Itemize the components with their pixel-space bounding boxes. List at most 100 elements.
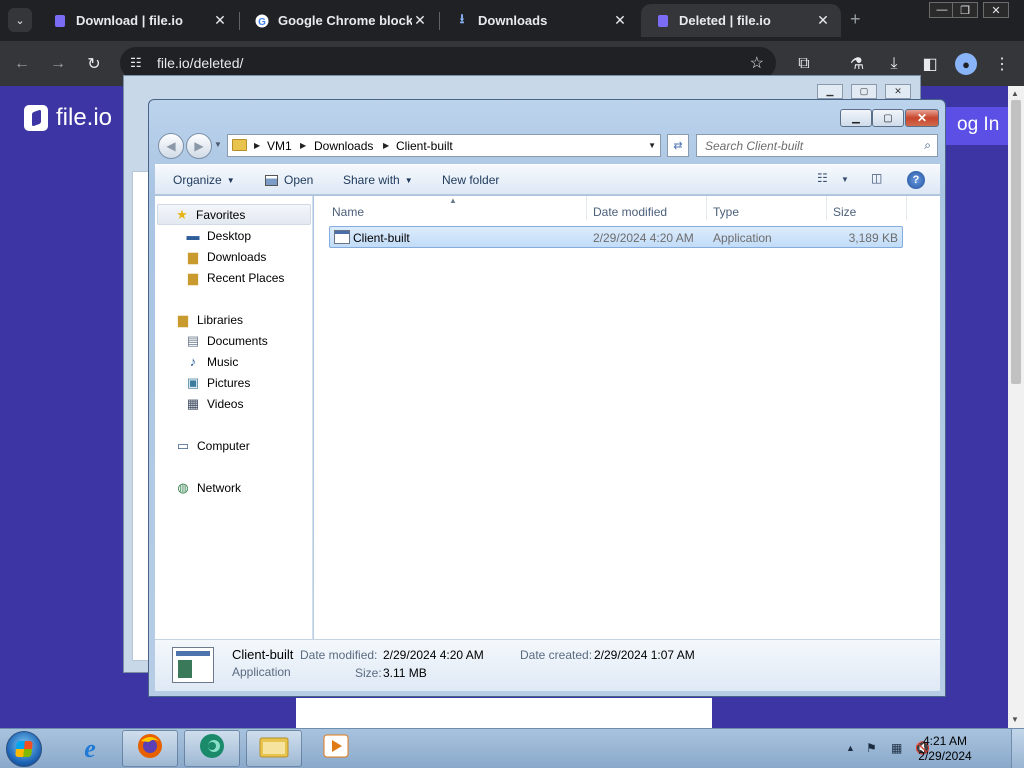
bookmark-star-icon[interactable]: ☆ — [750, 53, 764, 73]
address-dropdown-icon[interactable]: ▼ — [648, 141, 656, 150]
breadcrumb-arrow-icon[interactable]: ▶ — [300, 141, 306, 150]
preview-pane-icon[interactable]: ◫ — [871, 171, 882, 185]
scroll-thumb[interactable] — [1011, 100, 1021, 384]
taskbar-media-player[interactable] — [308, 730, 364, 767]
bg-minimize-button[interactable]: ▁ — [817, 84, 843, 99]
show-desktop-button[interactable] — [1011, 729, 1024, 768]
view-options-icon[interactable]: ☷ — [817, 171, 828, 185]
application-file-icon — [172, 647, 214, 683]
tab-google-chrome-blocks[interactable]: G Google Chrome blocks ✕ — [240, 4, 438, 37]
window-close-button[interactable]: ✕ — [983, 2, 1009, 18]
minimize-button[interactable]: ▁ — [840, 109, 872, 127]
network-tray-icon[interactable]: ▦ — [891, 741, 902, 755]
nav-recent-places[interactable]: ▆ Recent Places — [185, 267, 284, 288]
system-clock[interactable]: 4:21 AM 2/29/2024 — [915, 734, 975, 764]
organize-button[interactable]: Organize ▼ — [173, 173, 235, 187]
refresh-icon[interactable]: ⇄ — [667, 134, 689, 157]
nav-desktop[interactable]: ▬ Desktop — [185, 225, 252, 246]
nav-music[interactable]: ♪ Music — [185, 351, 239, 372]
nav-pictures[interactable]: ▣ Pictures — [185, 372, 251, 393]
nav-label: Computer — [197, 438, 250, 453]
url-text[interactable]: file.io/deleted/ — [157, 55, 243, 71]
tab-close-icon[interactable]: ✕ — [815, 12, 831, 29]
logo-text: file.io — [56, 104, 113, 131]
edge-browser-icon — [198, 733, 226, 765]
scroll-down-icon[interactable]: ▼ — [1011, 715, 1019, 724]
clock-time: 4:21 AM — [922, 734, 968, 748]
breadcrumb-arrow-icon[interactable]: ▶ — [383, 141, 389, 150]
organize-label: Organize — [173, 173, 222, 187]
forward-button[interactable]: ▶ — [186, 133, 212, 159]
tab-download-fileio[interactable]: Download | file.io ✕ — [38, 4, 238, 37]
pictures-icon: ▣ — [186, 374, 200, 390]
extensions-icon[interactable]: ⧉ — [792, 52, 816, 76]
breadcrumb-downloads[interactable]: Downloads — [314, 139, 373, 153]
taskbar-firefox[interactable] — [122, 730, 178, 767]
share-with-button[interactable]: Share with ▼ — [343, 173, 413, 187]
bg-close-button[interactable]: ✕ — [885, 84, 911, 99]
open-button[interactable]: Open — [265, 173, 313, 187]
nav-computer[interactable]: ▭ Computer — [175, 435, 250, 456]
tab-search-button[interactable]: ⌄ — [8, 8, 32, 32]
search-input[interactable]: Search Client-built ⌕ — [696, 134, 938, 157]
detail-type: Application — [232, 665, 291, 679]
window-restore-button[interactable]: ❐ — [952, 2, 978, 18]
back-arrow-icon[interactable]: ← — [10, 52, 34, 76]
search-icon[interactable]: ⌕ — [924, 138, 931, 153]
login-button[interactable]: og In — [945, 107, 1008, 145]
fileio-favicon-icon — [52, 13, 68, 29]
close-button[interactable]: ✕ — [905, 109, 939, 127]
nav-documents[interactable]: ▤ Documents — [185, 330, 268, 351]
tab-downloads[interactable]: ⭳ Downloads ✕ — [440, 4, 638, 37]
recent-pages-dropdown-icon[interactable]: ▼ — [214, 140, 222, 149]
site-info-icon[interactable]: ☷ — [130, 55, 142, 71]
explorer-window: ▁ ▢ ✕ ◀ ▶ ▼ ▶ VM1 ▶ Downloads ▶ Client-b… — [148, 99, 946, 697]
action-center-flag-icon[interactable]: ⚑ — [866, 741, 877, 755]
details-pane: Client-built Application Date modified: … — [155, 639, 940, 691]
side-panel-icon[interactable]: ◧ — [918, 52, 942, 76]
column-header-size[interactable]: Size — [827, 196, 907, 220]
profile-avatar-icon[interactable]: ● — [955, 53, 977, 75]
address-breadcrumb[interactable]: ▶ VM1 ▶ Downloads ▶ Client-built ▼ — [227, 134, 661, 157]
tab-close-icon[interactable]: ✕ — [212, 12, 228, 29]
back-button[interactable]: ◀ — [158, 133, 184, 159]
forward-arrow-icon[interactable]: → — [46, 52, 70, 76]
help-icon[interactable]: ? — [907, 171, 925, 189]
table-row[interactable]: Client-built 2/29/2024 4:20 AM Applicati… — [329, 226, 903, 248]
taskbar-edge[interactable] — [184, 730, 240, 767]
taskbar-internet-explorer[interactable]: e — [62, 730, 118, 767]
downloads-icon[interactable]: ⤓ — [882, 52, 906, 76]
scroll-up-icon[interactable]: ▲ — [1011, 89, 1019, 98]
nav-network[interactable]: ◍ Network — [175, 477, 241, 498]
breadcrumb-arrow-icon[interactable]: ▶ — [254, 141, 260, 150]
new-folder-button[interactable]: New folder — [442, 173, 499, 187]
labs-flask-icon[interactable]: ⚗ — [845, 52, 869, 76]
nav-downloads[interactable]: ▆ Downloads — [185, 246, 266, 267]
breadcrumb-vm1[interactable]: VM1 — [267, 139, 292, 153]
column-header-type[interactable]: Type — [707, 196, 827, 220]
page-scrollbar[interactable]: ▲ ▼ — [1008, 86, 1024, 728]
tab-close-icon[interactable]: ✕ — [612, 12, 628, 29]
tab-deleted-fileio[interactable]: Deleted | file.io ✕ — [641, 4, 841, 37]
column-header-date-modified[interactable]: Date modified — [587, 196, 707, 220]
nav-favorites[interactable]: ★ Favorites — [157, 204, 311, 225]
more-menu-icon[interactable]: ⋮ — [990, 52, 1014, 76]
start-button[interactable] — [6, 731, 42, 767]
new-tab-button[interactable]: + — [850, 9, 861, 30]
chevron-down-icon[interactable]: ▼ — [841, 175, 849, 184]
breadcrumb-client-built[interactable]: Client-built — [396, 139, 453, 153]
file-name: Client-built — [353, 231, 410, 245]
back-arrow-icon: ◀ — [166, 139, 176, 153]
taskbar-explorer[interactable] — [246, 730, 302, 767]
nav-libraries[interactable]: ▆ Libraries — [175, 309, 243, 330]
share-with-label: Share with — [343, 173, 400, 187]
maximize-button[interactable]: ▢ — [872, 109, 904, 127]
search-placeholder: Search Client-built — [705, 139, 804, 153]
bg-maximize-button[interactable]: ▢ — [851, 84, 877, 99]
reload-icon[interactable]: ↻ — [82, 52, 106, 76]
fileio-logo[interactable]: file.io — [24, 104, 112, 132]
show-hidden-icons-icon[interactable]: ▲ — [846, 743, 855, 753]
tab-close-icon[interactable]: ✕ — [412, 12, 428, 29]
nav-label: Pictures — [207, 375, 251, 390]
nav-videos[interactable]: ▦ Videos — [185, 393, 244, 414]
